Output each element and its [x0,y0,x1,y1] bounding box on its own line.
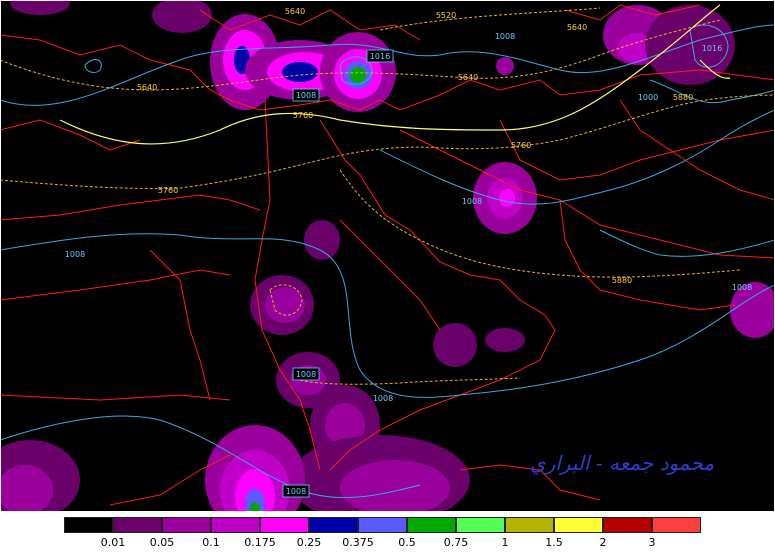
legend-swatch [603,517,652,533]
map-canvas: 1016 1008 1008 1008 1008 1008 1008 1000 … [0,0,775,512]
precip-blob [485,328,525,352]
height-label: 5880 [673,93,693,102]
isobar-label: 1008 [296,91,316,100]
isobar-label: 1008 [296,370,316,379]
isobar-label: 1008 [65,250,85,259]
legend-swatch [162,517,211,533]
isobar-label: 1008 [373,394,393,403]
legend-tick-label: 0.175 [244,536,276,549]
legend-tick-label: 0.5 [398,536,416,549]
legend-swatch [505,517,554,533]
height-label: 5640 [137,83,157,92]
height-label: 5880 [612,276,632,285]
isobar-label: 1008 [732,283,752,292]
precip-blob [350,67,366,83]
watermark-signature: محمود جمعه - البراري [530,451,714,475]
legend-swatch [113,517,162,533]
height-label: 5760 [511,141,531,150]
precip-blob [499,189,515,207]
legend-swatch [211,517,260,533]
legend-tick-label: 3 [648,536,656,549]
legend-tick-label: 0.75 [443,536,469,549]
height-label: 5640 [285,7,305,16]
legend-tick-label: 0.05 [149,536,175,549]
legend-tick-label: 0.1 [202,536,220,549]
legend-tick-label: 0.01 [100,536,126,549]
height-label: 5520 [436,11,456,20]
isobar-label: 1008 [286,487,306,496]
height-label: 5760 [293,111,313,120]
legend-swatch [456,517,505,533]
weather-map: 1016 1008 1008 1008 1008 1008 1008 1000 … [0,0,775,512]
isobar-label: 1000 [638,93,658,102]
legend-swatch [407,517,456,533]
precip-blob [282,62,318,82]
precip-blob [304,220,340,260]
legend-tick-label: 1.5 [545,536,563,549]
isobar-label: 1008 [462,197,482,206]
legend-tick-label: 1 [501,536,509,549]
legend-tick-label: 2 [599,536,607,549]
legend-swatch [64,517,113,533]
legend-swatch [652,517,701,533]
isobar-label: 1016 [370,52,390,61]
precip-blob [496,57,514,75]
height-label: 5760 [158,186,178,195]
height-label: 5640 [567,23,587,32]
height-label: 5640 [458,73,478,82]
legend-swatch [554,517,603,533]
legend-swatch [309,517,358,533]
legend-tick-label: 0.375 [342,536,374,549]
isobar-label: 1008 [495,32,515,41]
legend-swatch [358,517,407,533]
legend-swatch [260,517,309,533]
color-legend: 0.01 0.05 0.1 0.175 0.25 0.375 0.5 0.75 … [0,512,775,553]
isobar-label: 1016 [702,44,722,53]
legend-tick-label: 0.25 [296,536,322,549]
